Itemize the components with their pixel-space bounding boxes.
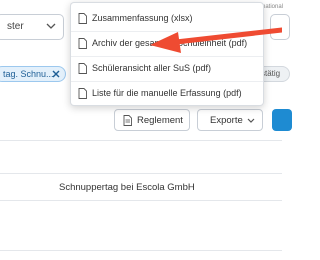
- export-dropdown-menu: Zusammenfassung (xlsx) Archiv der gesamt…: [70, 2, 264, 106]
- menu-item-schueleransicht[interactable]: Schüleransicht aller SuS (pdf): [71, 57, 263, 82]
- primary-action-button[interactable]: [272, 109, 292, 131]
- menu-item-label: Schüleransicht aller SuS (pdf): [92, 63, 212, 73]
- divider: [0, 200, 282, 201]
- menu-item-archiv[interactable]: Archiv der gesamten Schuleinheit (pdf): [71, 32, 263, 57]
- reglement-label: Reglement: [137, 115, 183, 126]
- table-row-text: Schnuppertag bei Escola GmbH: [59, 182, 195, 193]
- menu-item-label: Zusammenfassung (xlsx): [92, 13, 193, 23]
- file-icon: [78, 13, 87, 24]
- filter-select-value: ster: [7, 21, 24, 32]
- menu-item-label: Archiv der gesamten Schuleinheit (pdf): [92, 38, 248, 48]
- menu-item-label: Liste für die manuelle Erfassung (pdf): [92, 88, 242, 98]
- exporte-button[interactable]: Exporte: [197, 109, 263, 131]
- menu-item-liste[interactable]: Liste für die manuelle Erfassung (pdf): [71, 82, 263, 106]
- filter-label-right: national: [262, 4, 284, 10]
- menu-item-zusammenfassung[interactable]: Zusammenfassung (xlsx): [71, 7, 263, 32]
- document-icon: [123, 115, 132, 126]
- filter-chip-label: tag. Schnu...: [3, 69, 54, 79]
- file-icon: [78, 63, 87, 74]
- file-icon: [78, 38, 87, 49]
- chevron-down-icon: [46, 23, 56, 29]
- divider: [0, 250, 282, 251]
- divider: [0, 140, 282, 141]
- filter-select[interactable]: ster: [0, 14, 64, 40]
- filter-select-right[interactable]: [270, 14, 290, 40]
- reglement-button[interactable]: Reglement: [114, 109, 190, 131]
- close-icon[interactable]: [51, 69, 61, 79]
- divider: [0, 173, 282, 174]
- exporte-label: Exporte: [210, 115, 243, 126]
- filter-chip[interactable]: tag. Schnu...: [0, 66, 66, 82]
- chevron-down-icon: [247, 118, 255, 123]
- file-icon: [78, 88, 87, 99]
